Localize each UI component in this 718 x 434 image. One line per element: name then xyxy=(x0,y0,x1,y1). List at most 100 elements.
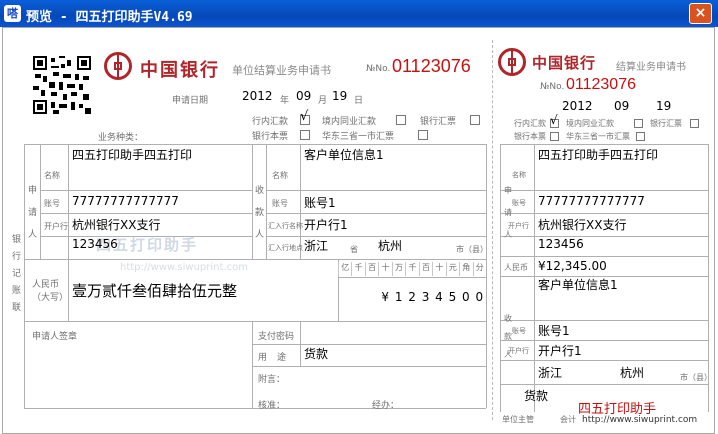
stub-checkbox-cashier-check[interactable] xyxy=(550,132,559,141)
stub-option-in-bank-remit: 行内汇款 xyxy=(514,119,546,128)
date-month-unit: 月 xyxy=(318,96,328,106)
stub-label-payee-bank: 开户行 xyxy=(508,347,529,355)
checkbox-domestic-remit[interactable] xyxy=(396,115,406,125)
grid-line xyxy=(252,321,253,408)
grid-line xyxy=(500,320,708,321)
label-remit-bank: 汇入行名称 xyxy=(268,222,303,230)
option-east-draft: 华东三省一市汇票 xyxy=(322,132,395,142)
stub-label-bank: 开户行 xyxy=(508,222,529,230)
checkbox-cashier-check[interactable] xyxy=(300,130,310,140)
grid-line xyxy=(500,384,708,385)
stub-label-city: 市（县） xyxy=(680,373,712,382)
label-province: 省 xyxy=(350,245,358,254)
stub-date-day: 19 xyxy=(656,99,672,113)
digit-header-cell: 亿 xyxy=(338,262,351,276)
digit-header-cell: 角 xyxy=(459,262,472,276)
stub-applicant-account-short: 123456 xyxy=(538,237,584,251)
applicant-name: 四五打印助手四五打印 xyxy=(72,148,193,162)
grid-line xyxy=(486,144,487,408)
watermark-url: http://www.siwuprint.com xyxy=(120,262,248,273)
label-payee-name: 名称 xyxy=(272,171,288,180)
bank-logo-icon xyxy=(104,52,132,80)
label-city: 市（县） xyxy=(456,245,488,254)
label-applicant-seal: 申请人签章 xyxy=(32,332,78,342)
label-amount-cn: 人民币（大写） xyxy=(32,280,69,303)
stub-payee-city: 杭州 xyxy=(620,366,645,380)
payee-bank: 开户行1 xyxy=(304,218,348,232)
stub-applicant-side-label: 申请人 xyxy=(504,186,512,239)
amount-chinese: 壹万贰仟叁佰肆拾伍元整 xyxy=(72,282,238,300)
stub-form-title: 结算业务申请书 xyxy=(616,62,686,73)
stub-label-unit-head: 单位主管 xyxy=(502,415,534,424)
stub-amount: ¥12,345.00 xyxy=(538,259,607,273)
grid-line xyxy=(266,144,267,259)
stub-bank-name: 中国银行 xyxy=(532,54,597,72)
applicant-account: 77777777777777 xyxy=(72,194,179,208)
stub-serial-prefix: №No. xyxy=(540,82,565,92)
stub-date-month: 09 xyxy=(614,99,630,113)
payee-province: 浙江 xyxy=(304,239,329,253)
digit-header-cell: 元 xyxy=(445,262,459,276)
applicant-account-short: 123456 xyxy=(72,237,118,251)
label-reviewer: 经办： xyxy=(372,401,400,411)
bank-record-side-label: 银行记账联 xyxy=(12,235,22,313)
stub-option-bank-draft: 银行汇票 xyxy=(650,119,682,128)
stub-label-payee-account: 账号 xyxy=(512,327,526,335)
close-button[interactable]: × xyxy=(689,3,712,24)
date-label: 申请日期 xyxy=(172,96,209,106)
grid-line xyxy=(252,344,486,345)
serial-prefix: №No. xyxy=(366,64,391,74)
date-month: 09 xyxy=(296,89,312,103)
digit-header-cell: 百 xyxy=(418,262,432,276)
stub-label-accountant: 会计 xyxy=(560,415,576,424)
grid-line xyxy=(40,144,41,259)
stub-checkbox-east-draft[interactable] xyxy=(636,132,645,141)
stub-payee-name: 客户单位信息1 xyxy=(538,278,618,292)
amount-digit: 1 xyxy=(394,290,403,304)
grid-line xyxy=(252,144,253,259)
amount-digit: ¥ xyxy=(381,290,390,304)
stub-checkbox-domestic-remit[interactable] xyxy=(634,119,643,128)
stub-payee-province: 浙江 xyxy=(538,366,563,380)
stub-option-east-draft: 华东三省一市汇票 xyxy=(566,132,630,141)
grid-line xyxy=(500,144,708,145)
stub-checkbox-bank-draft[interactable] xyxy=(690,119,699,128)
digit-header-cell: 千 xyxy=(405,262,418,276)
label-applicant-bank: 开户行 xyxy=(44,222,68,231)
stub-bank-logo-icon xyxy=(498,48,526,76)
stub-option-domestic-remit: 境内同业汇款 xyxy=(566,119,614,128)
grid-line xyxy=(500,144,501,412)
grid-line xyxy=(40,190,252,191)
stub-checkmark: √ xyxy=(550,113,558,127)
payee-city: 杭州 xyxy=(378,239,403,253)
option-domestic-remit: 境内同业汇款 xyxy=(322,117,377,127)
label-remit-place: 汇入行地点 xyxy=(268,244,303,252)
grid-line xyxy=(266,236,486,237)
grid-line xyxy=(24,408,486,409)
digit-header-cell: 十 xyxy=(432,262,445,276)
payee-name: 客户单位信息1 xyxy=(304,148,384,162)
label-applicant-name: 名称 xyxy=(44,171,60,180)
digit-header-cell: 十 xyxy=(378,262,391,276)
grid-line xyxy=(24,321,486,322)
label-remark: 附言： xyxy=(258,375,286,385)
checkbox-east-draft[interactable] xyxy=(418,130,428,140)
grid-line xyxy=(40,213,252,214)
business-type-label: 业务种类： xyxy=(98,133,144,143)
date-day: 19 xyxy=(332,89,348,103)
amount-digit: 2 xyxy=(408,290,416,304)
stub-applicant-bank: 杭州银行XX支行 xyxy=(538,218,627,232)
stamp-url: http://www.siwuprint.com xyxy=(582,415,698,425)
grid-line xyxy=(500,340,708,341)
stub-applicant-name: 四五打印助手四五打印 xyxy=(538,148,659,162)
grid-line xyxy=(338,277,486,278)
digit-header: 亿千百十万千百十元角分 xyxy=(338,262,486,276)
grid-line xyxy=(500,360,708,361)
amount-digit: 3 xyxy=(421,290,430,304)
checkbox-bank-draft[interactable] xyxy=(470,115,480,125)
serial-number: 01123076 xyxy=(392,56,471,76)
grid-line xyxy=(266,190,486,191)
stub-serial-number: 01123076 xyxy=(566,76,636,93)
stub-applicant-account: 77777777777777 xyxy=(538,194,645,208)
amount-digit: 0 xyxy=(462,290,470,304)
